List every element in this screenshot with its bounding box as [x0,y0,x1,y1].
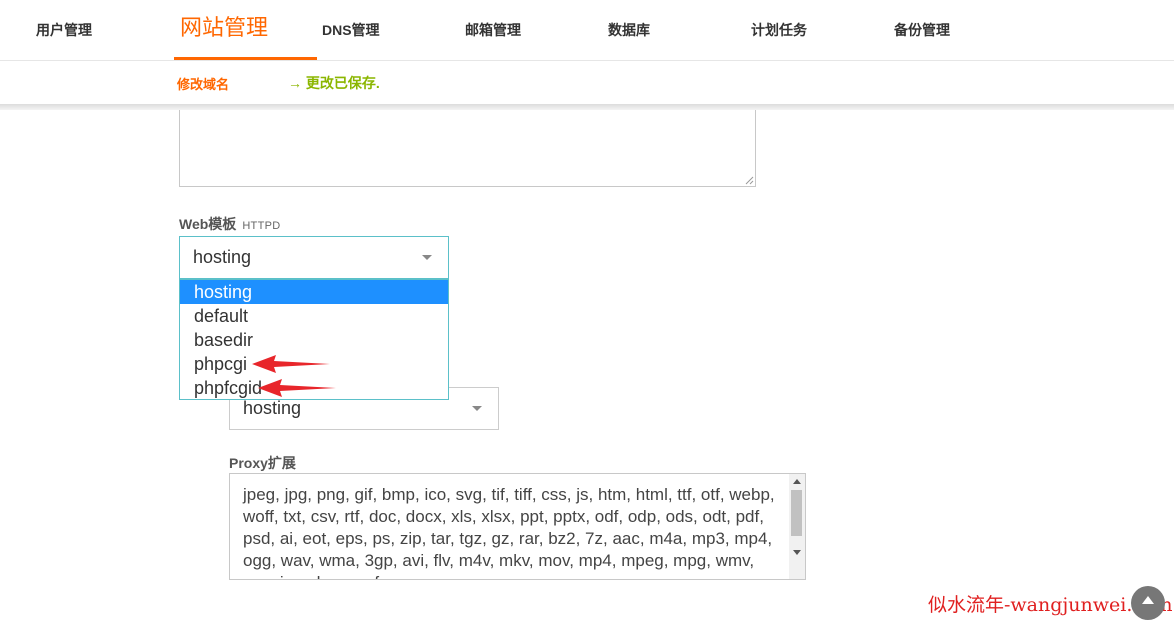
tab-cron-jobs[interactable]: 计划任务 [751,0,807,60]
proxy-template-value: hosting [243,398,302,418]
tab-user-management[interactable]: 用户管理 [36,0,92,60]
top-nav: 用户管理 网站管理 DNS管理 邮箱管理 数据库 计划任务 备份管理 [0,0,1174,61]
textarea-scrollbar[interactable] [789,474,805,579]
scroll-up-icon[interactable] [793,479,801,484]
edit-domain-link[interactable]: 修改域名 [177,74,229,93]
web-template-sub-label: HTTPD [242,220,281,232]
proxy-extensions-label: Proxy扩展 [229,455,296,471]
red-arrow-icon [252,355,336,397]
web-template-select[interactable]: hosting [179,236,449,279]
proxy-extensions-value: jpeg, jpg, png, gif, bmp, ico, svg, tif,… [243,485,775,579]
option-basedir[interactable]: basedir [180,328,448,352]
resize-grip-icon[interactable] [744,175,754,185]
aliases-textarea[interactable] [179,110,756,187]
tab-database[interactable]: 数据库 [608,0,650,60]
option-default[interactable]: default [180,304,448,328]
tab-website-management[interactable]: 网站管理 [180,0,268,60]
active-tab-indicator [174,57,317,60]
proxy-extensions-textarea[interactable]: jpeg, jpg, png, gif, bmp, ico, svg, tif,… [229,473,806,580]
option-hosting[interactable]: hosting [180,280,448,304]
chevron-down-icon [422,255,432,260]
scroll-down-icon[interactable] [793,550,801,555]
web-template-label: Web模板 HTTPD [179,214,280,234]
web-template-label-text: Web模板 [179,216,237,232]
web-template-value: hosting [193,247,252,267]
chevron-down-icon [472,406,482,411]
tab-backup-management[interactable]: 备份管理 [894,0,950,60]
tab-dns-management[interactable]: DNS管理 [322,0,380,60]
tab-mail-management[interactable]: 邮箱管理 [465,0,521,60]
scrollbar-thumb[interactable] [791,490,802,536]
saved-message: → 更改已保存. [288,75,380,91]
